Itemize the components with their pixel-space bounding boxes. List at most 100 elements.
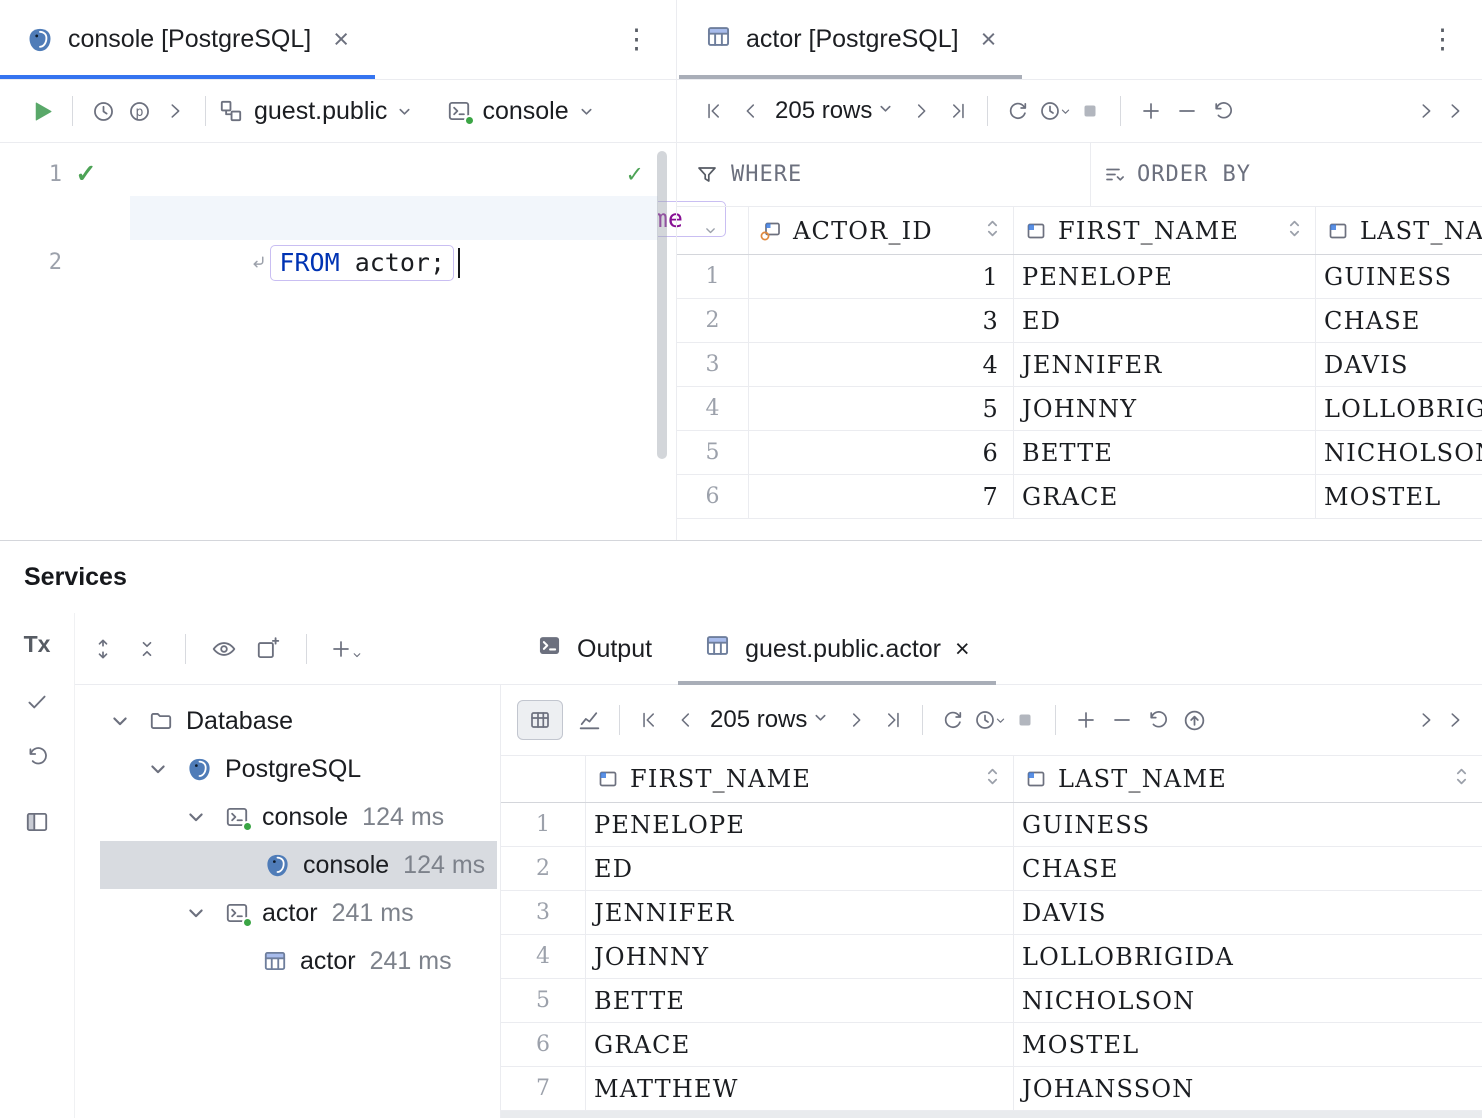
cell-actor-id[interactable]: 3 xyxy=(749,299,1014,342)
cell-actor-id[interactable]: 1 xyxy=(749,255,1014,298)
close-icon[interactable]: × xyxy=(333,26,349,53)
table-row[interactable]: 2 3 ED CHASE xyxy=(677,299,1482,343)
prev-page-icon[interactable] xyxy=(733,93,769,129)
submit-icon[interactable] xyxy=(1176,702,1212,738)
table-row[interactable]: 2 ED CHASE xyxy=(501,847,1482,891)
schedule-refresh-icon[interactable] xyxy=(1036,93,1072,129)
last-page-icon[interactable] xyxy=(874,702,910,738)
close-icon[interactable]: × xyxy=(955,635,970,664)
sort-icon[interactable] xyxy=(1286,218,1303,244)
run-button[interactable] xyxy=(24,93,60,129)
chevron-right-icon[interactable] xyxy=(1444,93,1482,129)
cell-last-name[interactable]: CHASE xyxy=(1316,299,1482,342)
history-icon[interactable] xyxy=(85,93,121,129)
tree-item-console-selected[interactable]: console 124 ms xyxy=(100,841,497,889)
sort-icon[interactable] xyxy=(984,218,1001,244)
chevron-down-icon[interactable] xyxy=(878,101,893,121)
editor-scrollbar[interactable] xyxy=(657,151,667,459)
cell-last-name[interactable]: MOSTEL xyxy=(1316,475,1482,518)
prev-page-icon[interactable] xyxy=(668,702,704,738)
tree-item-actor-table[interactable]: actor 241 ms xyxy=(75,937,500,985)
tx-mode-button[interactable]: Tx xyxy=(24,631,51,658)
cell-first-name[interactable]: JENNIFER xyxy=(586,891,1014,934)
chevron-right-icon[interactable] xyxy=(1444,702,1482,738)
delete-row-icon[interactable] xyxy=(1104,702,1140,738)
cell-actor-id[interactable]: 5 xyxy=(749,387,1014,430)
table-row[interactable]: 5 6 BETTE NICHOLSON xyxy=(677,431,1482,475)
grid-view-toggle[interactable] xyxy=(517,700,563,740)
cell-actor-id[interactable]: 7 xyxy=(749,475,1014,518)
table-row[interactable]: 4 5 JOHNNY LOLLOBRIGIDA xyxy=(677,387,1482,431)
commit-check-icon[interactable] xyxy=(19,684,55,720)
table-row[interactable]: 3 JENNIFER DAVIS xyxy=(501,891,1482,935)
collapse-all-icon[interactable] xyxy=(129,631,165,667)
schedule-refresh-icon[interactable] xyxy=(971,702,1007,738)
cell-first-name[interactable]: BETTE xyxy=(1014,431,1316,474)
expand-all-icon[interactable] xyxy=(85,631,121,667)
tree-item-database[interactable]: Database xyxy=(75,697,500,745)
cell-first-name[interactable]: PENELOPE xyxy=(1014,255,1316,298)
last-page-icon[interactable] xyxy=(939,93,975,129)
cell-first-name[interactable]: JENNIFER xyxy=(1014,343,1316,386)
stop-icon[interactable] xyxy=(1007,702,1043,738)
schema-selector[interactable]: guest.public xyxy=(218,97,412,126)
kebab-menu-icon[interactable]: ⋮ xyxy=(597,0,676,79)
cell-last-name[interactable]: DAVIS xyxy=(1014,891,1482,934)
cell-last-name[interactable]: NICHOLSON xyxy=(1316,431,1482,474)
table-row[interactable]: 3 4 JENNIFER DAVIS xyxy=(677,343,1482,387)
tab-output[interactable]: Output xyxy=(510,613,678,685)
table-row[interactable]: 7 MATTHEW JOHANSSON xyxy=(501,1067,1482,1111)
cell-actor-id[interactable]: 6 xyxy=(749,431,1014,474)
code-line-2[interactable]: FROM actor; xyxy=(130,196,658,240)
open-in-new-tab-icon[interactable] xyxy=(250,631,286,667)
chevron-down-icon[interactable] xyxy=(813,710,828,730)
rollback-icon[interactable] xyxy=(19,738,55,774)
chevron-right-icon[interactable] xyxy=(1408,93,1444,129)
first-page-icon[interactable] xyxy=(697,93,733,129)
chevron-down-icon[interactable] xyxy=(186,807,206,827)
add-row-icon[interactable] xyxy=(1133,93,1169,129)
where-filter[interactable]: WHERE xyxy=(677,143,1091,206)
column-header-first-name[interactable]: FIRST_NAME xyxy=(1014,207,1316,254)
rows-count[interactable]: 205 rows xyxy=(710,706,807,734)
cell-first-name[interactable]: JOHNNY xyxy=(1014,387,1316,430)
table-row[interactable]: 1 PENELOPE GUINESS xyxy=(501,803,1482,847)
sort-icon[interactable] xyxy=(984,766,1001,792)
next-page-icon[interactable] xyxy=(838,702,874,738)
cell-last-name[interactable]: JOHANSSON xyxy=(1014,1067,1482,1110)
parameters-icon[interactable]: p xyxy=(121,93,157,129)
chart-view-toggle[interactable] xyxy=(571,702,607,738)
code-line-1[interactable]: SELECT first_name, last_name ✓ xyxy=(130,152,658,196)
revert-icon[interactable] xyxy=(1140,702,1176,738)
first-page-icon[interactable] xyxy=(632,702,668,738)
table-row[interactable]: 1 1 PENELOPE GUINESS xyxy=(677,255,1482,299)
cell-first-name[interactable]: PENELOPE xyxy=(586,803,1014,846)
cell-actor-id[interactable]: 4 xyxy=(749,343,1014,386)
chevron-down-icon[interactable] xyxy=(110,711,130,731)
chevron-down-icon[interactable] xyxy=(186,903,206,923)
cell-last-name[interactable]: GUINESS xyxy=(1316,255,1482,298)
cell-last-name[interactable]: DAVIS xyxy=(1316,343,1482,386)
delete-row-icon[interactable] xyxy=(1169,93,1205,129)
tree-item-postgresql[interactable]: PostgreSQL xyxy=(75,745,500,793)
table-row[interactable]: 6 7 GRACE MOSTEL xyxy=(677,475,1482,519)
cell-last-name[interactable]: LOLLOBRIGIDA xyxy=(1316,387,1482,430)
tab-result-grid[interactable]: guest.public.actor × xyxy=(678,613,996,685)
refresh-icon[interactable] xyxy=(1000,93,1036,129)
refresh-icon[interactable] xyxy=(935,702,971,738)
tree-item-actor-group[interactable]: actor 241 ms xyxy=(75,889,500,937)
tab-actor[interactable]: actor [PostgreSQL] × xyxy=(679,0,1022,79)
session-selector[interactable]: console xyxy=(446,97,593,126)
close-icon[interactable]: × xyxy=(981,26,997,53)
cell-first-name[interactable]: JOHNNY xyxy=(586,935,1014,978)
stop-icon[interactable] xyxy=(1072,93,1108,129)
cell-last-name[interactable]: CHASE xyxy=(1014,847,1482,890)
cell-first-name[interactable]: MATTHEW xyxy=(586,1067,1014,1110)
sort-icon[interactable] xyxy=(1453,766,1470,792)
tab-console[interactable]: console [PostgreSQL] × xyxy=(0,0,375,79)
chevron-right-icon[interactable] xyxy=(1408,702,1444,738)
chevron-down-icon[interactable] xyxy=(148,759,168,779)
cell-first-name[interactable]: BETTE xyxy=(586,979,1014,1022)
column-header-first-name[interactable]: FIRST_NAME xyxy=(586,756,1014,802)
revert-icon[interactable] xyxy=(1205,93,1241,129)
